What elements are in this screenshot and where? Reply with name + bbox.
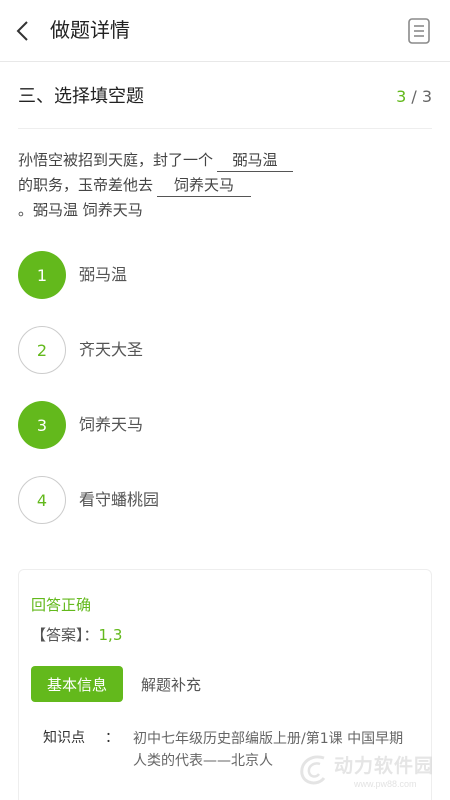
question-part-3: 。弼马温 饲养天马: [18, 201, 143, 219]
option-number-badge: 1: [18, 251, 66, 299]
watermark-url: www.pw88.com: [354, 779, 417, 789]
section-header: 三、选择填空题 3 / 3: [0, 62, 450, 130]
result-status: 回答正确: [31, 596, 92, 614]
watermark-swirl-icon: [300, 755, 326, 785]
option-label: 饲养天马: [79, 415, 144, 434]
option-2[interactable]: 2 齐天大圣: [18, 326, 398, 374]
watermark-text: 动力软件园: [334, 755, 435, 777]
watermark-logo: 动力软件园 www.pw88.com: [294, 750, 444, 792]
knowledge-point-label: 知识点: [43, 730, 85, 746]
option-4[interactable]: 4 看守蟠桃园: [18, 476, 398, 524]
correct-answer: 【答案】：1,3: [31, 624, 122, 646]
top-app-bar: 做题详情: [0, 0, 450, 62]
option-number-badge: 2: [18, 326, 66, 374]
section-title: 三、选择填空题: [18, 86, 144, 107]
tab-solution-supplement[interactable]: 解题补充: [141, 666, 201, 702]
tab-basic-info[interactable]: 基本信息: [31, 666, 123, 702]
question-part-2: 的职务，玉帝差他去: [18, 176, 154, 194]
option-3[interactable]: 3 饲养天马: [18, 401, 398, 449]
option-label: 齐天大圣: [79, 340, 144, 359]
question-part-1: 孙悟空被招到天庭，封了一个: [18, 151, 214, 169]
divider: [18, 128, 432, 129]
question-progress: 3 / 3: [396, 86, 432, 108]
fill-blank-2: 饲养天马: [157, 174, 252, 197]
progress-separator: /: [406, 87, 422, 106]
chevron-left-icon: [16, 21, 28, 41]
option-label: 看守蟠桃园: [79, 490, 160, 509]
back-button[interactable]: [8, 14, 36, 48]
option-1[interactable]: 1 弼马温: [18, 251, 398, 299]
option-number-badge: 4: [18, 476, 66, 524]
progress-current: 3: [396, 87, 407, 106]
answer-value: 1,3: [98, 626, 123, 644]
knowledge-point-colon: ：: [105, 730, 119, 746]
progress-total: 3: [421, 87, 432, 106]
question-text: 孙悟空被招到天庭，封了一个 弼马温 的职务，玉帝差他去 饲养天马 。弼马温 饲养天马: [18, 148, 430, 223]
fill-blank-1: 弼马温: [217, 149, 294, 172]
option-label: 弼马温: [79, 265, 128, 284]
question-list-button[interactable]: [408, 18, 430, 44]
answer-label: 【答案】：: [31, 626, 99, 644]
page-title: 做题详情: [50, 18, 130, 42]
option-number-badge: 3: [18, 401, 66, 449]
document-list-icon: [408, 18, 430, 44]
